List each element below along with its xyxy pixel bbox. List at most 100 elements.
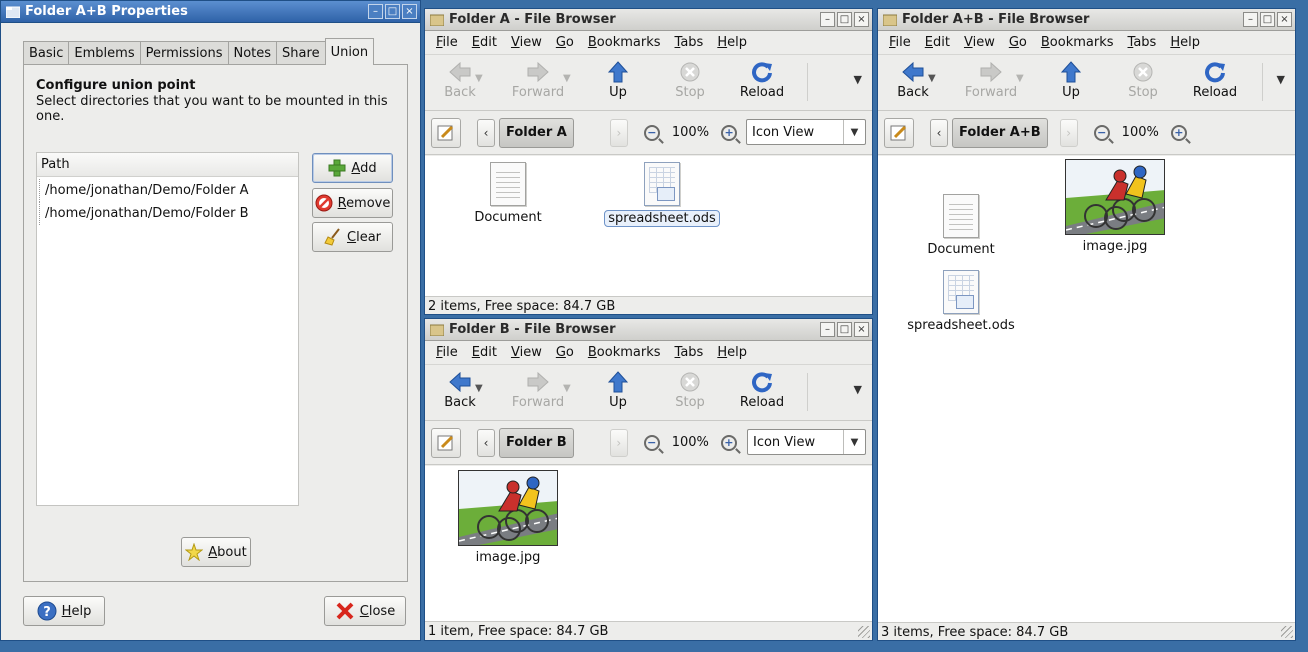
file-view[interactable]: Document spreadsheet.ods: [425, 156, 872, 297]
menu-help[interactable]: Help: [710, 345, 754, 360]
minimize-button[interactable]: –: [820, 12, 835, 27]
file-item[interactable]: Document: [443, 162, 573, 225]
reload-button[interactable]: Reload: [727, 371, 797, 410]
toolbar-overflow-button[interactable]: ▼: [1277, 73, 1285, 86]
up-button[interactable]: Up: [583, 61, 653, 100]
tab-notes[interactable]: Notes: [227, 41, 278, 65]
toolbar-overflow-button[interactable]: ▼: [854, 73, 862, 86]
back-button[interactable]: Back: [425, 371, 495, 410]
zoom-in-icon[interactable]: +: [721, 124, 738, 141]
file-item[interactable]: image.jpg: [443, 470, 573, 565]
menu-go[interactable]: Go: [1002, 35, 1034, 50]
menu-go[interactable]: Go: [549, 345, 581, 360]
menu-view[interactable]: View: [957, 35, 1002, 50]
properties-titlebar[interactable]: Folder A+B Properties – □ ×: [1, 1, 420, 23]
location-toggle-button[interactable]: [431, 117, 461, 148]
location-toggle-button[interactable]: [431, 427, 461, 458]
path-left-button[interactable]: ‹: [930, 118, 948, 147]
menu-edit[interactable]: Edit: [465, 35, 504, 50]
back-button[interactable]: Back: [425, 61, 495, 100]
location-toggle-button[interactable]: [884, 117, 914, 148]
minimize-button[interactable]: –: [820, 322, 835, 337]
path-left-button[interactable]: ‹: [477, 428, 495, 457]
view-mode-select[interactable]: Icon View ▼: [747, 429, 866, 455]
path-right-button[interactable]: ›: [609, 428, 628, 457]
resize-grip[interactable]: [1281, 626, 1293, 638]
folder-a-titlebar[interactable]: Folder A - File Browser – □ ×: [425, 9, 872, 31]
file-view[interactable]: Document image.jpg spreadsheet.ods: [878, 156, 1295, 623]
file-item[interactable]: image.jpg: [1050, 159, 1180, 254]
path-left-button[interactable]: ‹: [477, 118, 495, 147]
maximize-button[interactable]: □: [385, 4, 400, 19]
reload-button[interactable]: Reload: [727, 61, 797, 100]
up-button[interactable]: Up: [583, 371, 653, 410]
zoom-in-icon[interactable]: +: [1170, 124, 1187, 141]
location-crumb[interactable]: Folder A+B: [952, 117, 1048, 148]
tab-union[interactable]: Union: [324, 38, 375, 65]
path-row[interactable]: /home/jonathan/Demo/Folder B: [39, 202, 298, 225]
back-history-dropdown[interactable]: ▼: [928, 73, 936, 84]
minimize-button[interactable]: –: [368, 4, 383, 19]
file-item[interactable]: Document: [896, 194, 1026, 257]
zoom-out-icon[interactable]: −: [1093, 124, 1110, 141]
about-button[interactable]: About: [181, 537, 251, 567]
close-window-button[interactable]: ×: [402, 4, 417, 19]
close-button[interactable]: Close: [324, 596, 406, 626]
close-window-button[interactable]: ×: [1277, 12, 1292, 27]
add-button[interactable]: Add: [312, 153, 393, 183]
menu-tabs[interactable]: Tabs: [1121, 35, 1164, 50]
path-row[interactable]: /home/jonathan/Demo/Folder A: [39, 179, 298, 202]
menu-tabs[interactable]: Tabs: [668, 35, 711, 50]
forward-history-dropdown[interactable]: ▼: [1016, 73, 1024, 84]
back-history-dropdown[interactable]: ▼: [475, 73, 483, 84]
location-crumb[interactable]: Folder A: [499, 117, 574, 148]
menu-bookmarks[interactable]: Bookmarks: [581, 345, 668, 360]
tab-emblems[interactable]: Emblems: [68, 41, 141, 65]
clear-button[interactable]: Clear: [312, 222, 393, 252]
menu-edit[interactable]: Edit: [465, 345, 504, 360]
menu-file[interactable]: File: [882, 35, 918, 50]
location-crumb[interactable]: Folder B: [499, 427, 574, 458]
menu-view[interactable]: View: [504, 345, 549, 360]
menu-view[interactable]: View: [504, 35, 549, 50]
zoom-out-icon[interactable]: −: [643, 124, 660, 141]
up-button[interactable]: Up: [1036, 61, 1106, 100]
maximize-button[interactable]: □: [837, 322, 852, 337]
minimize-button[interactable]: –: [1243, 12, 1258, 27]
path-list[interactable]: Path /home/jonathan/Demo/Folder A /home/…: [36, 152, 299, 506]
back-button[interactable]: Back: [878, 61, 948, 100]
stop-button[interactable]: Stop: [655, 371, 725, 410]
close-window-button[interactable]: ×: [854, 12, 869, 27]
menu-bookmarks[interactable]: Bookmarks: [581, 35, 668, 50]
path-right-button[interactable]: ›: [1059, 118, 1078, 147]
tab-share[interactable]: Share: [276, 41, 326, 65]
folder-b-titlebar[interactable]: Folder B - File Browser – □ ×: [425, 319, 872, 341]
stop-button[interactable]: Stop: [1108, 61, 1178, 100]
path-column-header[interactable]: Path: [37, 153, 298, 177]
maximize-button[interactable]: □: [837, 12, 852, 27]
maximize-button[interactable]: □: [1260, 12, 1275, 27]
menu-help[interactable]: Help: [1163, 35, 1207, 50]
close-window-button[interactable]: ×: [854, 322, 869, 337]
toolbar-overflow-button[interactable]: ▼: [854, 383, 862, 396]
folder-ab-titlebar[interactable]: Folder A+B - File Browser – □ ×: [878, 9, 1295, 31]
view-mode-select[interactable]: Icon View ▼: [746, 119, 866, 145]
menu-file[interactable]: File: [429, 345, 465, 360]
resize-grip[interactable]: [858, 626, 870, 638]
menu-file[interactable]: File: [429, 35, 465, 50]
tab-basic[interactable]: Basic: [23, 41, 70, 65]
help-button[interactable]: ? Help: [23, 596, 105, 626]
zoom-in-icon[interactable]: +: [720, 434, 737, 451]
file-item[interactable]: spreadsheet.ods: [597, 162, 727, 227]
menu-bookmarks[interactable]: Bookmarks: [1034, 35, 1121, 50]
file-view[interactable]: image.jpg: [425, 466, 872, 622]
menu-tabs[interactable]: Tabs: [668, 345, 711, 360]
file-item[interactable]: spreadsheet.ods: [896, 270, 1026, 333]
zoom-out-icon[interactable]: −: [643, 434, 660, 451]
tab-permissions[interactable]: Permissions: [139, 41, 229, 65]
back-history-dropdown[interactable]: ▼: [475, 383, 483, 394]
reload-button[interactable]: Reload: [1180, 61, 1250, 100]
menu-go[interactable]: Go: [549, 35, 581, 50]
menu-help[interactable]: Help: [710, 35, 754, 50]
remove-button[interactable]: Remove: [312, 188, 393, 218]
